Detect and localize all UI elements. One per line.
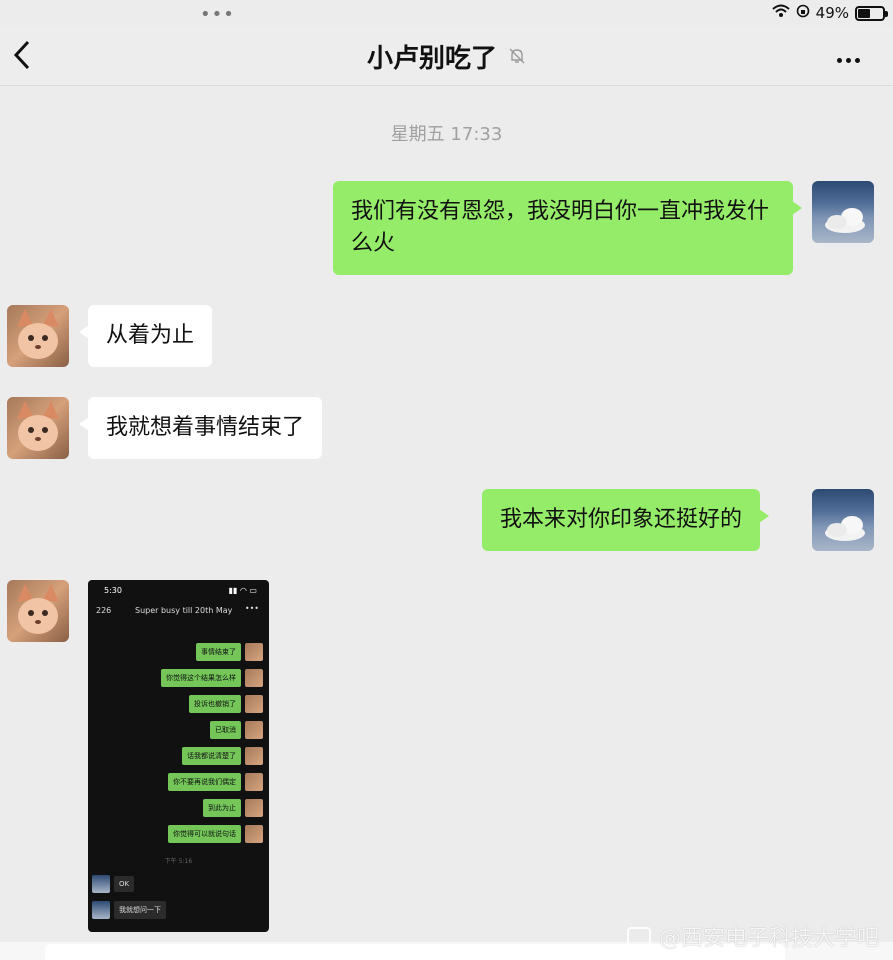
shot-nav: 226 Super busy till 20th May ••• [88, 604, 269, 620]
chat-title: 小卢别吃了 [366, 44, 497, 74]
shot-message-row-left: OK [92, 874, 135, 894]
shot-message-row: 已取消 [210, 720, 263, 740]
my-avatar[interactable] [812, 181, 874, 243]
shot-message: 你觉得可以就说句话 [168, 825, 241, 843]
orientation-lock-icon [796, 4, 810, 22]
contact-avatar[interactable] [7, 305, 69, 367]
shot-back-count: 226 [96, 606, 112, 615]
shot-message: 投诉也撤销了 [189, 695, 241, 713]
shot-message-row: 你不要再说我们偶定 [168, 772, 263, 792]
shot-avatar [245, 799, 263, 817]
wifi-icon [771, 4, 790, 22]
shot-message: 事情结束了 [196, 643, 241, 661]
contact-avatar[interactable] [7, 580, 69, 642]
shot-message-row: 投诉也撤销了 [189, 694, 263, 714]
shot-message: 已取消 [210, 721, 241, 739]
cloud-icon [825, 516, 865, 541]
message-bubble-me[interactable]: 我本来对你印象还挺好的 [482, 489, 770, 551]
watermark-logo-icon [626, 927, 651, 947]
contact-avatar[interactable] [7, 397, 69, 459]
shot-message-row: 你觉得这个结果怎么样 [161, 668, 263, 688]
shot-status-icons: ▮▮ ◠ ▭ [228, 586, 257, 595]
shot-message: 到此为止 [203, 799, 241, 817]
shot-message-row: 到此为止 [203, 798, 263, 818]
more-dot-icon [846, 58, 851, 63]
fox-icon [17, 584, 59, 634]
multitask-dots-icon: ••• [200, 4, 235, 25]
cloud-icon [825, 208, 865, 233]
shot-more-icon: ••• [244, 604, 259, 613]
status-bar: ••• 49% [0, 0, 893, 28]
watermark-text: @西安电子科技大学吧 [658, 926, 879, 951]
shot-avatar [92, 875, 110, 893]
shot-message-row-left: 我就想问一下 [92, 900, 166, 920]
image-message[interactable]: 5:30 ▮▮ ◠ ▭ 226 Super busy till 20th May… [88, 580, 269, 932]
shot-message-row: 你觉得可以就说句话 [168, 824, 263, 844]
shot-avatar [245, 747, 263, 765]
status-right: 49% [771, 4, 888, 22]
my-avatar[interactable] [812, 489, 874, 551]
shot-avatar [245, 721, 263, 739]
shot-avatar [245, 773, 263, 791]
mute-bell-icon [508, 47, 526, 69]
watermark: @西安电子科技大学吧 [626, 920, 879, 952]
shot-avatar [92, 901, 110, 919]
chat-timestamp: 星期五 17:33 [390, 124, 503, 145]
shot-message-left: 我就想问一下 [114, 901, 166, 919]
shot-message: 你不要再说我们偶定 [168, 773, 241, 791]
shot-time: 下午 5:16 [164, 858, 193, 865]
shot-status-time: 5:30 [104, 586, 122, 595]
shot-message-row: 事情结束了 [196, 642, 263, 662]
shot-message-left: OK [114, 876, 135, 892]
more-options-button[interactable] [837, 48, 867, 64]
shot-avatar [245, 825, 263, 843]
shot-message: 你觉得这个结果怎么样 [161, 669, 241, 687]
message-bubble-them[interactable]: 从着为止 [78, 305, 213, 367]
shot-avatar [245, 643, 263, 661]
shot-avatar [245, 669, 263, 687]
message-bubble-me[interactable]: 我们有没有恩怨，我没明白你一直冲我发什么火 [333, 181, 802, 275]
shot-avatar [245, 695, 263, 713]
more-dot-icon [837, 58, 842, 63]
battery-icon [855, 5, 888, 21]
message-bubble-them[interactable]: 我就想着事情结束了 [78, 397, 323, 459]
chat-header: 小卢别吃了 [0, 28, 893, 86]
shot-message-row: 话我都说清楚了 [182, 746, 263, 766]
fox-icon [17, 309, 59, 359]
battery-percent: 49% [815, 4, 849, 22]
shot-title: Super busy till 20th May [135, 606, 233, 615]
shot-message: 话我都说清楚了 [182, 747, 241, 765]
title-wrap: 小卢别吃了 [0, 38, 893, 75]
more-dot-icon [855, 58, 860, 63]
fox-icon [17, 401, 59, 451]
